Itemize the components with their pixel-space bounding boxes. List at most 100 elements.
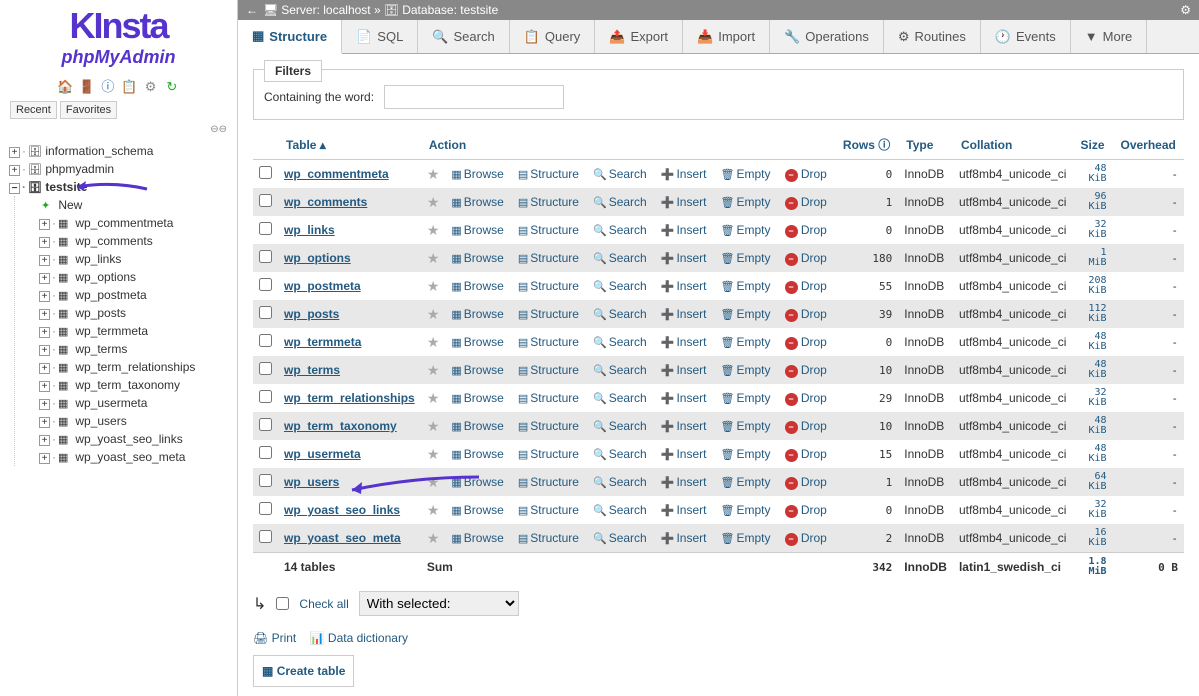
structure-link[interactable]: ▤Structure [518,307,579,321]
favorite-star-icon[interactable]: ★ [427,222,440,238]
structure-link[interactable]: ▤Structure [518,419,579,433]
header-table[interactable]: Table ▴ [286,138,326,152]
tab-more[interactable]: ▼More [1071,20,1148,53]
table-name-link[interactable]: wp_terms [284,363,340,377]
drop-link[interactable]: − Drop [785,279,827,293]
row-checkbox[interactable] [259,362,272,375]
tab-routines[interactable]: ⚙Routines [884,20,981,53]
insert-link[interactable]: ➕Insert [661,363,707,377]
insert-link[interactable]: ➕Insert [661,447,707,461]
row-checkbox[interactable] [259,194,272,207]
row-checkbox[interactable] [259,278,272,291]
table-name-link[interactable]: wp_posts [284,307,339,321]
row-checkbox[interactable] [259,250,272,263]
favorite-star-icon[interactable]: ★ [427,390,440,406]
insert-link[interactable]: ➕Insert [661,503,707,517]
empty-link[interactable]: 🗑Empty [721,447,771,461]
header-type[interactable]: Type [906,138,933,152]
home-icon[interactable]: 🏠 [57,79,73,95]
empty-link[interactable]: 🗑Empty [721,307,771,321]
drop-link[interactable]: − Drop [785,531,827,545]
row-checkbox[interactable] [259,418,272,431]
favorite-star-icon[interactable]: ★ [427,446,440,462]
tree-table[interactable]: +·▦ wp_links [35,250,232,268]
search-link[interactable]: 🔍Search [593,307,647,321]
tree-table[interactable]: +·▦ wp_comments [35,232,232,250]
row-checkbox[interactable] [259,334,272,347]
table-name-link[interactable]: wp_users [284,475,339,489]
tree-table[interactable]: +·▦ wp_terms [35,340,232,358]
search-link[interactable]: 🔍Search [593,363,647,377]
tab-structure[interactable]: ▦Structure [238,20,342,54]
favorite-star-icon[interactable]: ★ [427,278,440,294]
browse-link[interactable]: ▦Browse [451,167,503,181]
drop-link[interactable]: − Drop [785,419,827,433]
row-checkbox[interactable] [259,446,272,459]
favorites-button[interactable]: Favorites [60,101,117,119]
page-settings-icon[interactable]: ⚙ [1180,3,1191,17]
tree-db[interactable]: +·🗄 information_schema [5,142,232,160]
table-name-link[interactable]: wp_postmeta [284,279,361,293]
table-name-link[interactable]: wp_yoast_seo_meta [284,531,401,545]
empty-link[interactable]: 🗑Empty [721,363,771,377]
tab-query[interactable]: 📋Query [510,20,596,53]
drop-link[interactable]: − Drop [785,475,827,489]
empty-link[interactable]: 🗑Empty [721,531,771,545]
tab-operations[interactable]: 🔧Operations [770,20,884,53]
table-name-link[interactable]: wp_links [284,223,335,237]
drop-link[interactable]: − Drop [785,307,827,321]
tree-db-current[interactable]: −·🗄 testsite [5,178,232,196]
drop-link[interactable]: − Drop [785,391,827,405]
datadict-link[interactable]: 📊 Data dictionary [310,631,408,645]
drop-link[interactable]: − Drop [785,223,827,237]
header-rows[interactable]: Rows ⓘ [843,138,890,152]
table-name-link[interactable]: wp_termmeta [284,335,361,349]
empty-link[interactable]: 🗑Empty [721,503,771,517]
drop-link[interactable]: − Drop [785,503,827,517]
insert-link[interactable]: ➕Insert [661,251,707,265]
settings-icon[interactable]: ⚙ [143,79,159,95]
favorite-star-icon[interactable]: ★ [427,362,440,378]
print-link[interactable]: 🖨 Print [253,631,296,645]
insert-link[interactable]: ➕Insert [661,279,707,293]
browse-link[interactable]: ▦Browse [451,475,503,489]
collapse-link[interactable]: ⊖⊖ [0,122,237,137]
tab-export[interactable]: 📤Export [595,20,683,53]
favorite-star-icon[interactable]: ★ [427,502,440,518]
header-collation[interactable]: Collation [961,138,1012,152]
tree-new[interactable]: ✦ New [35,196,232,214]
empty-link[interactable]: 🗑Empty [721,195,771,209]
browse-link[interactable]: ▦Browse [451,419,503,433]
drop-link[interactable]: − Drop [785,195,827,209]
table-name-link[interactable]: wp_yoast_seo_links [284,503,400,517]
tree-table[interactable]: +·▦ wp_usermeta [35,394,232,412]
breadcrumb-db[interactable]: Database: testsite [402,3,498,17]
header-size[interactable]: Size [1080,138,1104,152]
browse-link[interactable]: ▦Browse [451,223,503,237]
tree-db[interactable]: +·🗄 phpmyadmin [5,160,232,178]
browse-link[interactable]: ▦Browse [451,447,503,461]
insert-link[interactable]: ➕Insert [661,531,707,545]
tree-table[interactable]: +·▦ wp_term_taxonomy [35,376,232,394]
header-overhead[interactable]: Overhead [1121,138,1176,152]
search-link[interactable]: 🔍Search [593,223,647,237]
bulk-select[interactable]: With selected: [359,591,519,616]
drop-link[interactable]: − Drop [785,335,827,349]
structure-link[interactable]: ▤Structure [518,475,579,489]
browse-link[interactable]: ▦Browse [451,531,503,545]
table-name-link[interactable]: wp_usermeta [284,447,361,461]
search-link[interactable]: 🔍Search [593,279,647,293]
browse-link[interactable]: ▦Browse [451,363,503,377]
empty-link[interactable]: 🗑Empty [721,335,771,349]
empty-link[interactable]: 🗑Empty [721,167,771,181]
empty-link[interactable]: 🗑Empty [721,223,771,237]
row-checkbox[interactable] [259,530,272,543]
search-link[interactable]: 🔍Search [593,503,647,517]
tree-table[interactable]: +·▦ wp_yoast_seo_meta [35,448,232,466]
favorite-star-icon[interactable]: ★ [427,334,440,350]
insert-link[interactable]: ➕Insert [661,307,707,321]
insert-link[interactable]: ➕Insert [661,223,707,237]
structure-link[interactable]: ▤Structure [518,195,579,209]
tree-table[interactable]: +·▦ wp_term_relationships [35,358,232,376]
favorite-star-icon[interactable]: ★ [427,530,440,546]
